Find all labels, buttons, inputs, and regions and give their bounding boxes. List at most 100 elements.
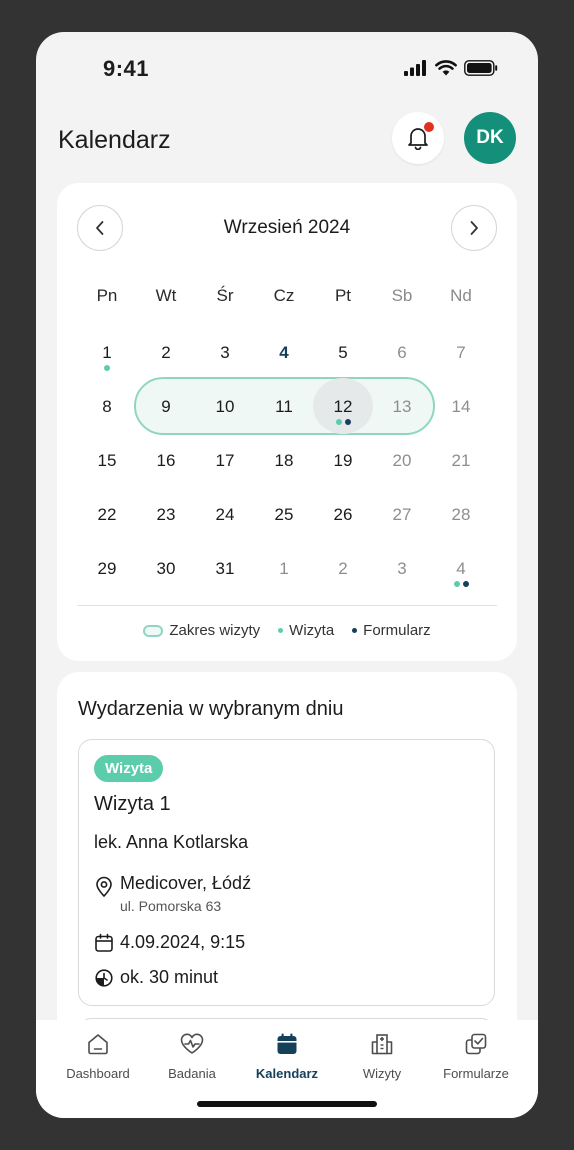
wifi-icon: [435, 60, 457, 76]
tab-kalendarz[interactable]: Kalendarz: [242, 1032, 332, 1081]
calendar-card: Wrzesień 2024 Pn Wt Śr Cz Pt Sb Nd 1 2 3…: [57, 183, 517, 661]
tab-badania[interactable]: Badania: [147, 1032, 237, 1081]
event-datetime: 4.09.2024, 9:15: [94, 932, 245, 953]
divider: [77, 605, 497, 606]
location-name: Medicover, Łódź: [120, 873, 252, 893]
day-cell[interactable]: 23: [146, 505, 186, 525]
tab-dashboard[interactable]: Dashboard: [53, 1032, 143, 1081]
day-cell[interactable]: 21: [441, 451, 481, 471]
event-location: Medicover, Łódź ul. Pomorska 63: [94, 873, 251, 914]
day-cell[interactable]: 27: [382, 505, 422, 525]
page-title: Kalendarz: [58, 126, 171, 154]
legend-item-visit: Wizyta: [278, 622, 334, 639]
visit-dot: [453, 581, 460, 587]
heart-pulse-icon: [180, 1033, 204, 1054]
legend-label: Wizyta: [289, 622, 335, 639]
day-cell[interactable]: 26: [323, 505, 363, 525]
day-cell-selected[interactable]: 12: [323, 397, 363, 417]
visit-dot: [278, 628, 284, 633]
tab-formularze[interactable]: Formularze: [431, 1032, 521, 1081]
visit-dot: [104, 365, 110, 371]
status-time: 9:41: [103, 56, 150, 81]
events-heading: Wydarzenia w wybranym dniu: [78, 698, 344, 720]
forms-icon: [465, 1033, 487, 1055]
day-cell-today[interactable]: 4: [264, 343, 304, 363]
event-title: Wizyta 1: [94, 793, 171, 815]
weekday-label: Nd: [450, 286, 472, 305]
weekday-label: Wt: [155, 286, 177, 305]
notification-badge: [424, 122, 434, 132]
range-swatch: [143, 624, 164, 637]
day-cell[interactable]: 14: [441, 397, 481, 417]
battery-icon: [464, 60, 498, 76]
day-markers: [451, 581, 471, 587]
status-icons: [404, 60, 498, 76]
chevron-right-icon: [470, 221, 478, 235]
visit-dot: [335, 419, 342, 425]
location-text: Medicover, Łódź ul. Pomorska 63: [120, 873, 251, 914]
day-cell[interactable]: 3: [382, 559, 422, 579]
location-address: ul. Pomorska 63: [120, 898, 222, 914]
day-cell[interactable]: 1: [264, 559, 304, 579]
day-cell[interactable]: 6: [382, 343, 422, 363]
bottom-tab-bar: Dashboard Badania Kalendarz Wizyty Formu…: [36, 1020, 538, 1118]
day-cell[interactable]: 9: [146, 397, 186, 417]
day-cell[interactable]: 30: [146, 559, 186, 579]
day-cell[interactable]: 15: [87, 451, 127, 471]
day-cell[interactable]: 2: [323, 559, 363, 579]
day-cell[interactable]: 24: [205, 505, 245, 525]
form-dot: [344, 419, 351, 425]
tab-label: Wizyty: [362, 1066, 402, 1081]
legend-item-form: Formularz: [352, 622, 431, 639]
day-markers: [333, 419, 353, 425]
next-month-button[interactable]: [451, 205, 497, 251]
day-cell[interactable]: 2: [146, 343, 186, 363]
event-card[interactable]: Wizyta Wizyta 1 lek. Anna Kotlarska Medi…: [78, 739, 495, 1006]
legend-item-range: Zakres wizyty: [143, 622, 260, 639]
form-dot: [352, 628, 358, 633]
legend-label: Zakres wizyty: [169, 622, 261, 639]
event-duration: ok. 30 minut: [94, 967, 218, 988]
location-pin-icon: [96, 876, 112, 897]
weekday-label: Sb: [391, 286, 413, 305]
day-cell[interactable]: 16: [146, 451, 186, 471]
tab-label: Badania: [168, 1066, 216, 1081]
avatar[interactable]: DK: [464, 112, 516, 164]
day-cell[interactable]: 29: [87, 559, 127, 579]
month-label: Wrzesień 2024: [223, 217, 351, 238]
notifications-button[interactable]: [392, 112, 444, 164]
day-cell[interactable]: 25: [264, 505, 304, 525]
legend-label: Formularz: [363, 622, 431, 639]
weekday-label: Pt: [334, 286, 352, 305]
day-cell[interactable]: 10: [205, 397, 245, 417]
building-icon: [371, 1034, 393, 1055]
day-cell[interactable]: 22: [87, 505, 127, 525]
day-cell[interactable]: 3: [205, 343, 245, 363]
day-markers: [97, 365, 117, 371]
day-cell[interactable]: 17: [205, 451, 245, 471]
tab-wizyty[interactable]: Wizyty: [337, 1032, 427, 1081]
phone-screen: 9:41 Kalendarz DK Wrzesień 2024 Pn Wt Śr…: [36, 32, 538, 1118]
day-cell[interactable]: 20: [382, 451, 422, 471]
home-indicator: [197, 1101, 377, 1107]
day-cell[interactable]: 4: [441, 559, 481, 579]
day-cell[interactable]: 19: [323, 451, 363, 471]
day-cell[interactable]: 31: [205, 559, 245, 579]
form-dot: [462, 581, 469, 587]
day-cell[interactable]: 8: [87, 397, 127, 417]
day-cell[interactable]: 13: [382, 397, 422, 417]
datetime-text: 4.09.2024, 9:15: [120, 932, 246, 952]
day-cell[interactable]: 18: [264, 451, 304, 471]
day-cell[interactable]: 1: [87, 343, 127, 363]
day-cell[interactable]: 7: [441, 343, 481, 363]
page-header: Kalendarz DK: [58, 112, 516, 168]
day-cell[interactable]: 28: [441, 505, 481, 525]
weekday-label: Pn: [96, 286, 118, 305]
signal-icon: [404, 60, 426, 76]
tab-label: Kalendarz: [255, 1066, 319, 1081]
status-bar: 9:41: [36, 32, 538, 112]
day-cell[interactable]: 11: [264, 397, 304, 417]
home-icon: [88, 1034, 108, 1055]
event-doctor: lek. Anna Kotlarska: [94, 832, 249, 852]
day-cell[interactable]: 5: [323, 343, 363, 363]
